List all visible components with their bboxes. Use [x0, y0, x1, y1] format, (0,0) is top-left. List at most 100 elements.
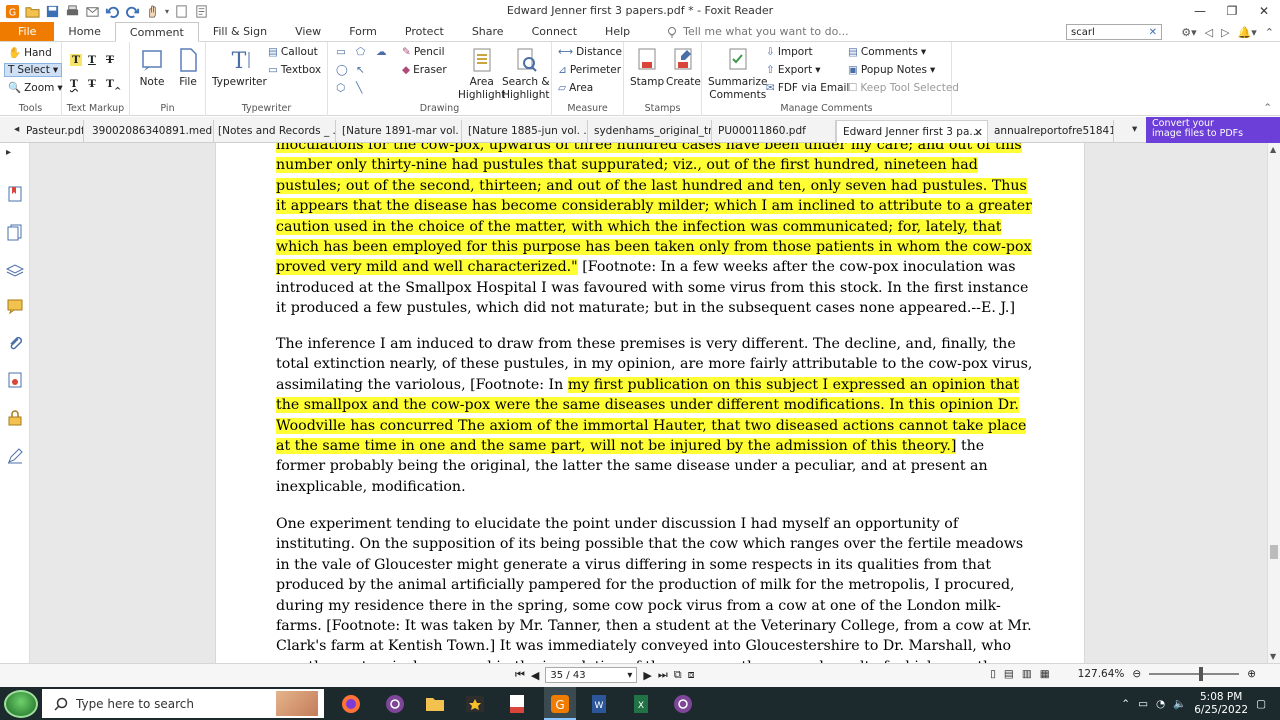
- taskbar-search-box[interactable]: Type here to search: [42, 689, 324, 718]
- bookmarks-icon[interactable]: [6, 185, 24, 203]
- continuous-view-icon[interactable]: ▤: [1004, 668, 1014, 680]
- tab-scroll-left-icon[interactable]: ◂: [14, 123, 19, 135]
- doc-tab-edward-jenner[interactable]: Edward Jenner first 3 pa... ✕: [836, 120, 988, 143]
- pages-thumbnails-icon[interactable]: [6, 223, 24, 241]
- pencil-button[interactable]: ✎ Pencil: [402, 46, 445, 58]
- volume-icon[interactable]: 🔈: [1173, 697, 1186, 710]
- textbox-button[interactable]: ▭ Textbox: [268, 64, 321, 76]
- zoom-in-icon[interactable]: ⊕: [1247, 668, 1256, 680]
- document-icon[interactable]: [174, 4, 189, 19]
- minimize-button[interactable]: —: [1184, 0, 1216, 22]
- continuous-facing-view-icon[interactable]: ▦: [1040, 668, 1050, 680]
- highlight-annotation-1[interactable]: inoculations for the cow-pox, upwards of…: [276, 143, 1032, 276]
- zoom-slider[interactable]: [1149, 667, 1240, 681]
- clear-search-icon[interactable]: ✕: [1149, 27, 1157, 38]
- create-stamp-button[interactable]: Create: [666, 46, 701, 89]
- attachments-icon[interactable]: [6, 335, 24, 353]
- undo-icon[interactable]: [105, 4, 120, 19]
- notifications-icon[interactable]: 🔔▾: [1238, 26, 1257, 39]
- tab-help[interactable]: Help: [591, 22, 644, 41]
- hand-tool-button[interactable]: ✋ Hand: [8, 46, 52, 60]
- tab-share[interactable]: Share: [458, 22, 518, 41]
- keep-tool-selected-checkbox[interactable]: ☐ Keep Tool Selected: [848, 82, 959, 94]
- open-folder-icon[interactable]: [25, 4, 40, 19]
- rectangle-icon[interactable]: ▭: [336, 46, 346, 58]
- close-tab-icon[interactable]: ✕: [974, 126, 983, 139]
- email-icon[interactable]: [85, 4, 100, 19]
- previous-result-icon[interactable]: ◁: [1205, 26, 1213, 39]
- arrow-icon[interactable]: ↖: [356, 64, 365, 76]
- polygon-icon[interactable]: ⬠: [356, 46, 365, 58]
- doc-tab-nature-1891[interactable]: [Nature 1891-mar vol. ...: [336, 120, 462, 143]
- tab-protect[interactable]: Protect: [391, 22, 458, 41]
- tab-connect[interactable]: Connect: [518, 22, 591, 41]
- doc-tab-pasteur[interactable]: Pasteur.pdf: [20, 120, 84, 143]
- firefox-icon[interactable]: [340, 693, 362, 715]
- eraser-button[interactable]: ◆ Eraser: [402, 64, 447, 76]
- next-result-icon[interactable]: ▷: [1221, 26, 1229, 39]
- tor-browser-2-icon[interactable]: [672, 693, 694, 715]
- replace-text-icon[interactable]: T̶: [88, 78, 96, 90]
- polygon-outline-icon[interactable]: ⬡: [336, 82, 345, 94]
- cloud-icon[interactable]: ☁: [376, 46, 387, 58]
- hand-tool-icon[interactable]: [145, 4, 160, 19]
- fdf-email-button[interactable]: ✉ FDF via Email: [766, 82, 849, 94]
- media-player-icon[interactable]: [464, 693, 486, 715]
- scroll-down-icon[interactable]: ▼: [1270, 652, 1276, 661]
- tab-comment[interactable]: Comment: [114, 22, 199, 42]
- oval-icon[interactable]: ◯: [336, 64, 348, 76]
- export-button[interactable]: ⇧ Export ▾: [766, 64, 820, 76]
- collapse-ribbon-icon[interactable]: ⌃: [1265, 26, 1274, 39]
- doc-tab-pu00011860[interactable]: PU00011860.pdf: [712, 120, 836, 143]
- pdf-page[interactable]: inoculations for the cow-pox, upwards of…: [216, 143, 1084, 663]
- expand-panel-icon[interactable]: ▸: [6, 147, 24, 165]
- zoom-slider-knob[interactable]: [1199, 667, 1204, 681]
- content-edit-icon[interactable]: [6, 447, 24, 465]
- underline-text-icon[interactable]: T: [88, 54, 96, 66]
- redo-icon[interactable]: [125, 4, 140, 19]
- note-button[interactable]: Note: [138, 46, 166, 89]
- zoom-level-label[interactable]: 127.64%: [1078, 668, 1125, 680]
- collapse-ribbon-chevron-icon[interactable]: ⌃: [1263, 102, 1272, 114]
- perimeter-button[interactable]: ⊿ Perimeter: [558, 64, 621, 76]
- signatures-icon[interactable]: [6, 371, 24, 389]
- previous-page-icon[interactable]: ◀: [531, 669, 539, 682]
- scrollbar-thumb[interactable]: [1270, 545, 1278, 559]
- fit-width-icon[interactable]: ⧈: [688, 668, 695, 682]
- comments-panel-icon[interactable]: [6, 297, 24, 315]
- select-tool-button[interactable]: T Select ▾: [4, 63, 63, 77]
- pdf-reader-icon[interactable]: [506, 693, 528, 715]
- tor-browser-icon[interactable]: [384, 693, 406, 715]
- tab-file[interactable]: File: [0, 22, 55, 41]
- insert-text-icon[interactable]: T‸: [106, 78, 122, 90]
- save-icon[interactable]: [45, 4, 60, 19]
- security-lock-icon[interactable]: [6, 409, 24, 427]
- zoom-out-icon[interactable]: ⊖: [1132, 668, 1141, 680]
- doc-tab-annualreport[interactable]: annualreportofre51841...: [988, 120, 1114, 143]
- notifications-center-icon[interactable]: ▢: [1256, 698, 1266, 710]
- callout-button[interactable]: ▤ Callout: [268, 46, 318, 58]
- tab-home[interactable]: Home: [54, 22, 114, 41]
- comments-dropdown[interactable]: ▤ Comments ▾: [848, 46, 926, 58]
- popup-notes-dropdown[interactable]: ▣ Popup Notes ▾: [848, 64, 935, 76]
- last-page-icon[interactable]: ⏭: [658, 668, 668, 682]
- document-viewer[interactable]: inoculations for the cow-pox, upwards of…: [30, 143, 1267, 663]
- fit-page-icon[interactable]: ⧉: [674, 668, 682, 682]
- file-attach-button[interactable]: File: [174, 46, 202, 89]
- line-icon[interactable]: ╲: [356, 82, 362, 94]
- squiggly-text-icon[interactable]: T: [70, 78, 78, 90]
- clock[interactable]: 5:08 PM 6/25/2022: [1194, 691, 1248, 717]
- tab-view[interactable]: View: [281, 22, 335, 41]
- facing-view-icon[interactable]: ▥: [1022, 668, 1032, 680]
- paragraph-1[interactable]: inoculations for the cow-pox, upwards of…: [276, 143, 1036, 319]
- doc-tab-nature-1885[interactable]: [Nature 1885-jun vol. ...: [462, 120, 588, 143]
- first-page-icon[interactable]: ⏮: [515, 668, 525, 682]
- maximize-button[interactable]: ❐: [1216, 0, 1248, 22]
- area-button[interactable]: ▱ Area: [558, 82, 593, 94]
- single-page-view-icon[interactable]: ▯: [990, 668, 996, 680]
- scroll-up-icon[interactable]: ▲: [1270, 145, 1276, 154]
- search-settings-icon[interactable]: ⚙▾: [1181, 26, 1196, 39]
- area-highlight-button[interactable]: Area Highlight: [458, 46, 505, 102]
- show-hidden-icons-icon[interactable]: ⌃: [1121, 698, 1130, 710]
- file-explorer-icon[interactable]: [424, 693, 446, 715]
